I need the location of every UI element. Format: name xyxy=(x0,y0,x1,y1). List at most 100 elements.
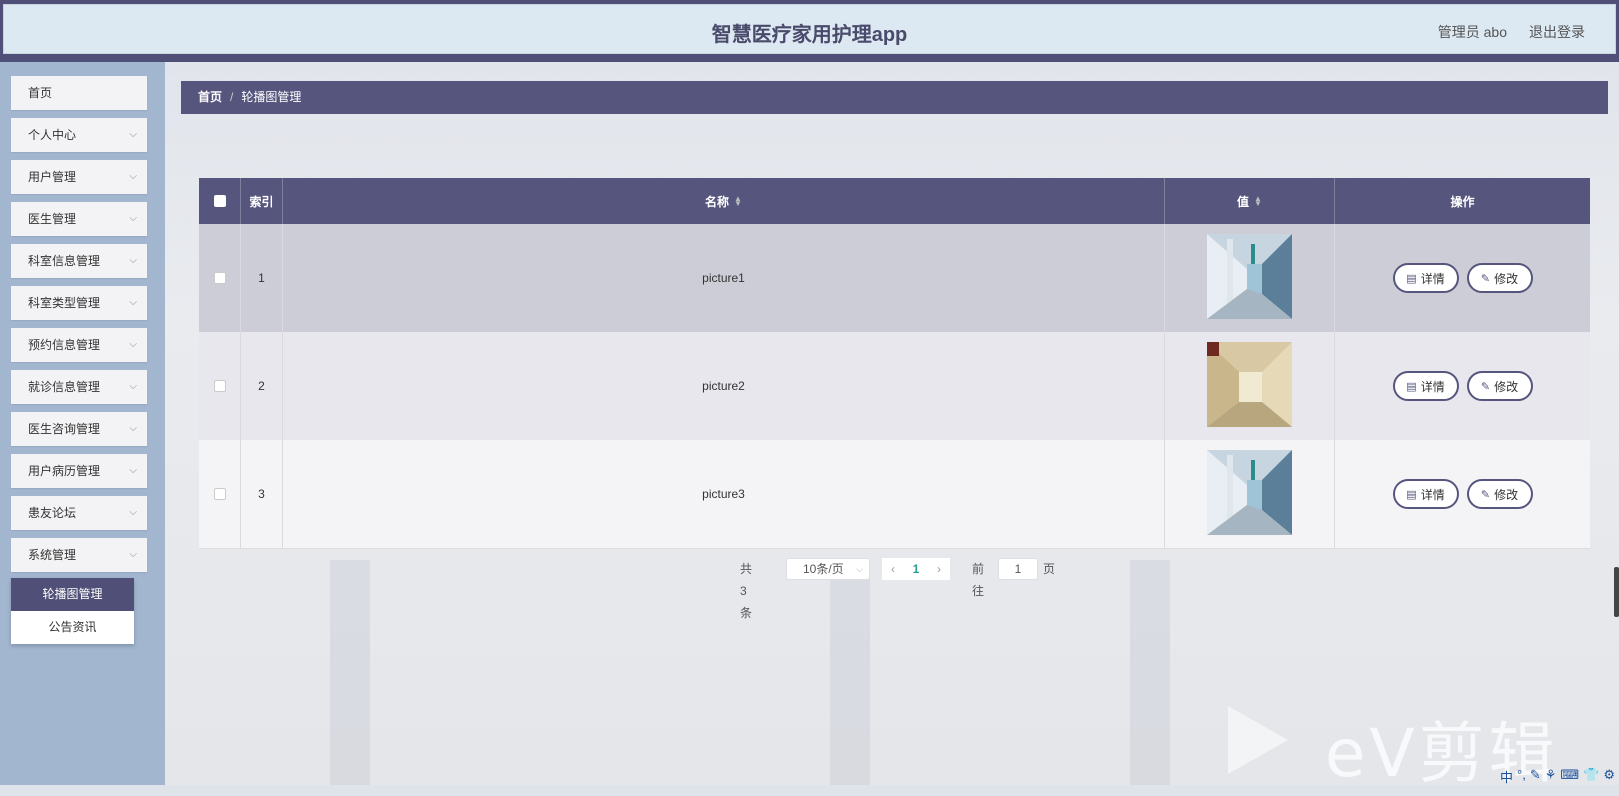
ime-icon[interactable]: 中 xyxy=(1500,767,1513,785)
header-value[interactable]: 值 ▲ ▼ xyxy=(1165,178,1335,224)
row-checkbox[interactable] xyxy=(213,380,226,392)
detail-button[interactable]: ▤ 详情 xyxy=(1392,263,1459,293)
logout-link[interactable]: 退出登录 xyxy=(1529,22,1585,42)
row-select-cell xyxy=(199,224,241,332)
row-thumbnail[interactable] xyxy=(1207,342,1292,430)
detail-button[interactable]: ▤ 详情 xyxy=(1392,371,1459,401)
current-user: 管理员 abo xyxy=(1437,24,1507,40)
select-all-cell xyxy=(199,178,241,224)
sidebar-item-appointment-info[interactable]: 预约信息管理 ⌵ xyxy=(11,328,147,362)
chevron-down-icon: ⌵ xyxy=(129,339,137,350)
page-number-current[interactable]: 1 xyxy=(904,558,928,580)
prev-page-button[interactable]: ‹ xyxy=(882,558,904,580)
header: 智慧医疗家用护理app 管理员 abo 退出登录 xyxy=(3,4,1616,54)
header-index: 索引 xyxy=(241,178,283,224)
breadcrumb-current: 轮播图管理 xyxy=(241,90,302,104)
edit-label: 修改 xyxy=(1494,271,1519,286)
row-name: picture1 xyxy=(283,224,1165,332)
submenu-item-carousel[interactable]: 轮播图管理 xyxy=(11,578,134,611)
detail-label: 详情 xyxy=(1420,379,1445,394)
sidebar-item-home[interactable]: 首页 xyxy=(11,76,147,110)
sidebar-item-doctor-consult[interactable]: 医生咨询管理 ⌵ xyxy=(11,412,147,446)
document-icon: ▤ xyxy=(1406,488,1417,501)
table-header: 索引 名称 ▲ ▼ 值 ▲ ▼ 操作 xyxy=(199,178,1590,224)
pencil-icon: ✎ xyxy=(1480,488,1491,501)
chevron-down-icon: ⌵ xyxy=(129,255,137,266)
sidebar-item-personal-center[interactable]: 个人中心 ⌵ xyxy=(11,118,147,152)
sidebar-item-label: 医生咨询管理 xyxy=(28,422,101,436)
chevron-down-icon: ⌵ xyxy=(129,213,137,224)
sidebar-item-patient-forum[interactable]: 患友论坛 ⌵ xyxy=(11,496,147,530)
chevron-down-icon: ⌵ xyxy=(129,549,137,560)
edit-label: 修改 xyxy=(1494,487,1519,502)
pencil-icon: ✎ xyxy=(1480,380,1491,393)
sidebar-item-system-management[interactable]: 系统管理 ⌵ xyxy=(11,538,147,572)
chevron-down-icon: ⌵ xyxy=(129,507,137,518)
row-image-cell xyxy=(1165,440,1335,548)
row-actions: ▤ 详情 ✎ 修改 xyxy=(1335,224,1590,332)
edit-label: 修改 xyxy=(1494,379,1519,394)
header-name-label: 名称 xyxy=(705,194,730,209)
share-icon[interactable]: ⚘ xyxy=(1545,767,1557,785)
goto-label: 前往 xyxy=(972,562,985,598)
top-bar: 智慧医疗家用护理app 管理员 abo 退出登录 xyxy=(0,0,1619,62)
detail-label: 详情 xyxy=(1420,487,1445,502)
row-checkbox[interactable] xyxy=(213,488,226,500)
page-size-value: 10条/页 xyxy=(803,562,844,576)
sidebar-item-doctor-management[interactable]: 医生管理 ⌵ xyxy=(11,202,147,236)
sidebar-item-label: 个人中心 xyxy=(28,128,77,142)
pen-icon[interactable]: ✎ xyxy=(1530,767,1541,785)
document-icon: ▤ xyxy=(1406,380,1417,393)
punctuation-icon[interactable]: °, xyxy=(1517,767,1526,785)
sidebar-item-label: 首页 xyxy=(28,86,53,100)
row-index: 3 xyxy=(241,440,283,548)
sidebar-item-medical-records[interactable]: 用户病历管理 ⌵ xyxy=(11,454,147,488)
page-suffix: 页 xyxy=(1043,562,1056,576)
row-image-cell xyxy=(1165,332,1335,440)
row-thumbnail[interactable] xyxy=(1207,450,1292,538)
sidebar-item-user-management[interactable]: 用户管理 ⌵ xyxy=(11,160,147,194)
row-name: picture2 xyxy=(283,332,1165,440)
row-actions: ▤ 详情 ✎ 修改 xyxy=(1335,440,1590,548)
row-select-cell xyxy=(199,332,241,440)
breadcrumb-home[interactable]: 首页 xyxy=(198,90,222,104)
detail-button[interactable]: ▤ 详情 xyxy=(1392,479,1459,509)
edit-button[interactable]: ✎ 修改 xyxy=(1466,371,1533,401)
sort-icon[interactable]: ▲ ▼ xyxy=(1254,195,1262,208)
pagination-total: 共 3 条 xyxy=(740,562,753,620)
edit-button[interactable]: ✎ 修改 xyxy=(1466,479,1533,509)
sidebar-item-label: 系统管理 xyxy=(28,548,77,562)
sidebar-item-department-type[interactable]: 科室类型管理 ⌵ xyxy=(11,286,147,320)
header-name[interactable]: 名称 ▲ ▼ xyxy=(283,178,1165,224)
edit-button[interactable]: ✎ 修改 xyxy=(1466,263,1533,293)
sidebar-item-visit-info[interactable]: 就诊信息管理 ⌵ xyxy=(11,370,147,404)
keyboard-icon[interactable]: ⌨ xyxy=(1560,767,1579,785)
row-select-cell xyxy=(199,440,241,548)
page-size-select[interactable]: 10条/页 ⌵ xyxy=(786,558,870,580)
header-actions: 操作 xyxy=(1450,194,1475,209)
sort-icon[interactable]: ▲ ▼ xyxy=(734,195,742,208)
submenu-item-announcements[interactable]: 公告资讯 xyxy=(11,611,134,644)
select-all-checkbox[interactable] xyxy=(213,195,226,207)
row-name: picture3 xyxy=(283,440,1165,548)
ime-toolbar: 中 °, ✎ ⚘ ⌨ 👕 ⚙ xyxy=(1500,767,1615,785)
next-page-button[interactable]: › xyxy=(928,558,950,580)
skin-icon[interactable]: 👕 xyxy=(1583,767,1599,785)
breadcrumb: 首页 / 轮播图管理 xyxy=(181,81,1608,114)
row-thumbnail[interactable] xyxy=(1207,234,1292,322)
breadcrumb-separator: / xyxy=(230,90,234,104)
row-index: 2 xyxy=(241,332,283,440)
row-checkbox[interactable] xyxy=(213,272,226,284)
document-icon: ▤ xyxy=(1406,272,1417,285)
app-title: 智慧医疗家用护理app xyxy=(711,24,908,46)
goto-page-input[interactable]: 1 xyxy=(998,558,1038,580)
sidebar-item-department-info[interactable]: 科室信息管理 ⌵ xyxy=(11,244,147,278)
chevron-down-icon: ⌵ xyxy=(856,564,863,574)
system-submenu: 轮播图管理 公告资讯 xyxy=(11,578,134,644)
chevron-down-icon: ⌵ xyxy=(129,171,137,182)
chevron-down-icon: ⌵ xyxy=(129,465,137,476)
row-image-cell xyxy=(1165,224,1335,332)
table-row: 3 picture3 ▤ 详情 ✎ 修改 xyxy=(199,440,1590,549)
scrollbar-handle[interactable] xyxy=(1614,567,1619,617)
gear-icon[interactable]: ⚙ xyxy=(1603,767,1615,785)
